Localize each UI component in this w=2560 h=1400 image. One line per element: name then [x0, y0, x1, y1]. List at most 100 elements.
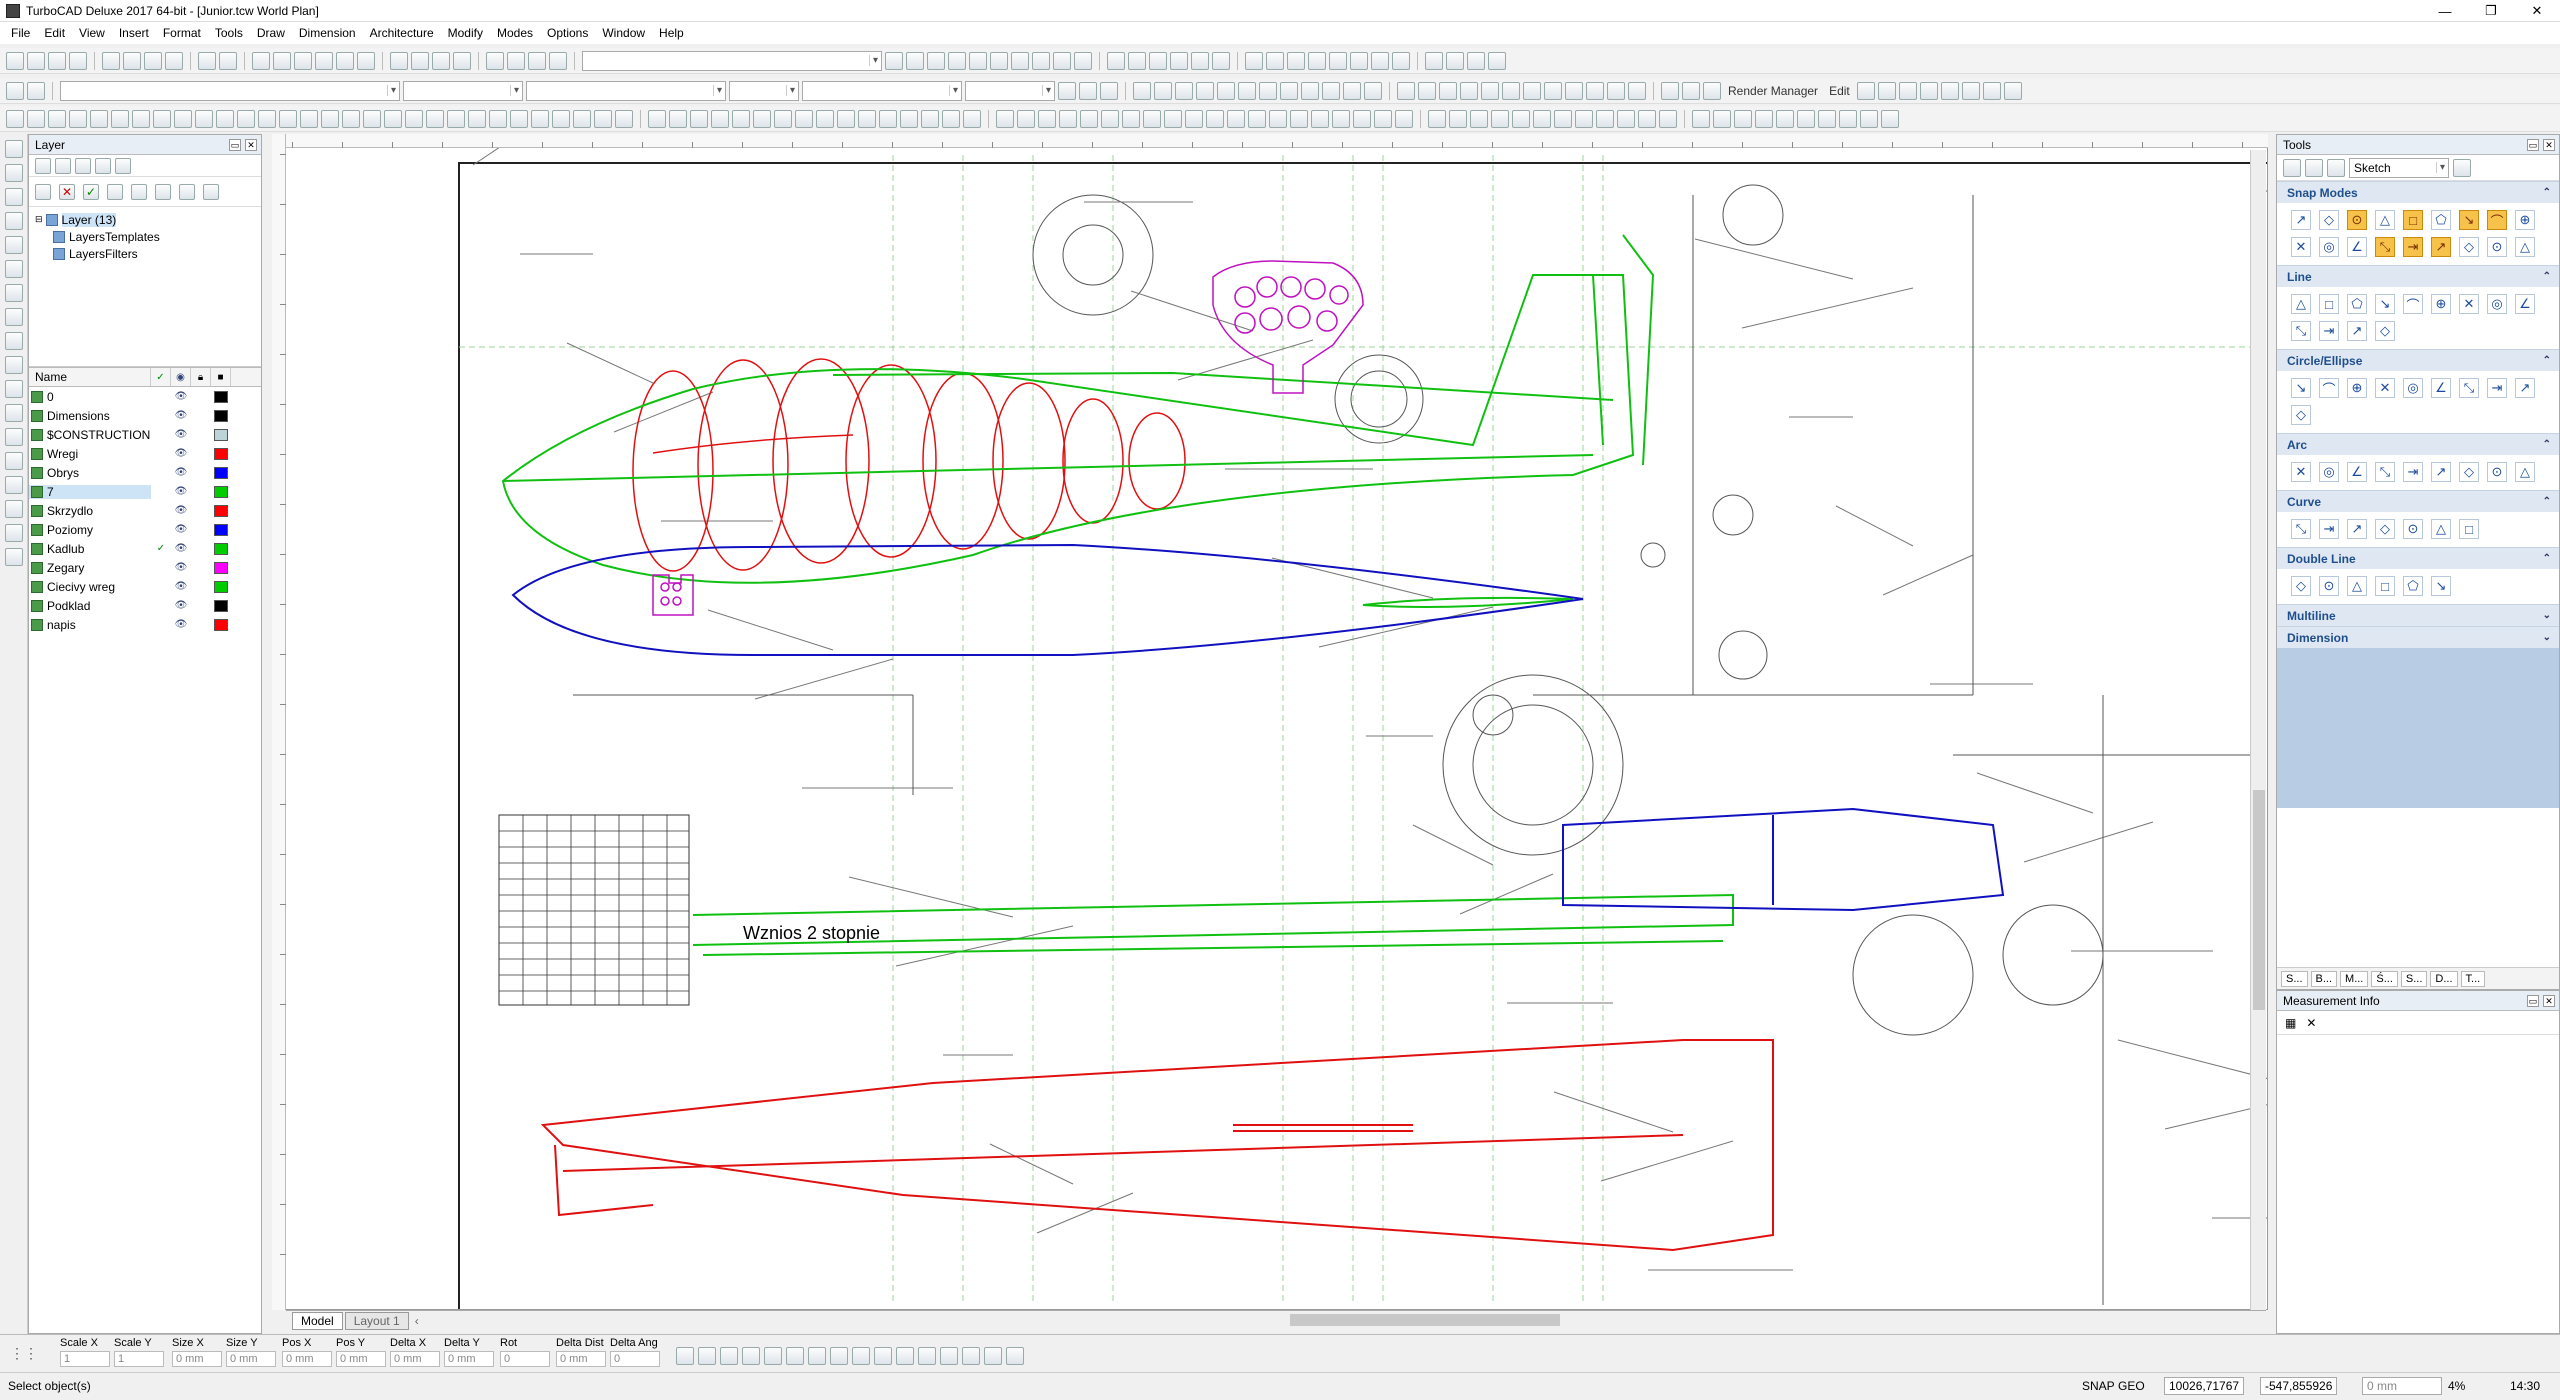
- layer-color-cell[interactable]: [211, 523, 231, 536]
- tool-icon[interactable]: ⊕: [2431, 294, 2451, 314]
- toolbar-button-icon[interactable]: [906, 51, 924, 70]
- tool-strip-icon[interactable]: [4, 260, 23, 278]
- toolbar-button-icon[interactable]: [1877, 81, 1896, 100]
- toolbar-combo[interactable]: [965, 80, 1055, 101]
- tool-strip-icon[interactable]: [4, 236, 23, 254]
- toolbar-button-icon[interactable]: [1301, 81, 1319, 100]
- tool-icon[interactable]: △: [2515, 237, 2535, 257]
- tool-icon[interactable]: ⊕: [2347, 378, 2367, 398]
- toolbar-button-icon[interactable]: [1776, 109, 1794, 128]
- toolbar-button-icon[interactable]: [879, 109, 897, 128]
- tool-icon[interactable]: ◇: [2459, 462, 2479, 482]
- toolbar-button-icon[interactable]: [816, 109, 834, 128]
- layer-visible-icon[interactable]: 👁︎: [171, 619, 191, 630]
- menu-window[interactable]: Window: [595, 22, 652, 44]
- tool-icon[interactable]: ◎: [2319, 462, 2339, 482]
- toolbar-button-icon[interactable]: [963, 109, 981, 128]
- layer-hide-icon[interactable]: [155, 183, 171, 200]
- toolbar-button-icon[interactable]: [1818, 109, 1836, 128]
- toolbar-button-icon[interactable]: [1011, 51, 1029, 70]
- toolbar-button-icon[interactable]: [996, 109, 1014, 128]
- toolbar-button-icon[interactable]: [390, 51, 408, 70]
- layer-visible-icon[interactable]: 👁︎: [171, 391, 191, 402]
- toolbar-button-icon[interactable]: [174, 109, 192, 128]
- toolbar-button-icon[interactable]: [153, 109, 171, 128]
- layer-visible-icon[interactable]: 👁︎: [171, 581, 191, 592]
- toolbar-button-icon[interactable]: [1392, 51, 1410, 70]
- mode-select[interactable]: Sketch: [2349, 157, 2449, 178]
- toolbar-button-icon[interactable]: [1238, 81, 1256, 100]
- panel-pin-icon[interactable]: ▭: [229, 138, 241, 151]
- toolbar-button-icon[interactable]: [336, 51, 354, 70]
- layer-row[interactable]: Obrys 👁︎: [29, 463, 261, 482]
- snap-indicator[interactable]: SNAP: [2082, 1379, 2115, 1393]
- tool-icon[interactable]: ∠: [2515, 294, 2535, 314]
- layer-color-cell[interactable]: [211, 580, 231, 593]
- toolbar-button-icon[interactable]: [1245, 51, 1263, 70]
- toolbar-button-icon[interactable]: [1491, 109, 1509, 128]
- toolbar-button-icon[interactable]: [528, 51, 546, 70]
- toolbar-button-icon[interactable]: [1217, 81, 1235, 100]
- toolbar-button-icon[interactable]: [1428, 109, 1446, 128]
- toolbar-button-icon[interactable]: [69, 51, 87, 70]
- layer-color-cell[interactable]: [211, 599, 231, 612]
- toolbar-button-icon[interactable]: [144, 51, 162, 70]
- field-input[interactable]: 0 mm: [282, 1351, 332, 1367]
- annotation-text[interactable]: Wznios 2 stopnie: [743, 923, 880, 943]
- tool-icon[interactable]: ∠: [2431, 378, 2451, 398]
- tools-tab[interactable]: M...: [2340, 970, 2369, 987]
- layer-refresh-icon[interactable]: [95, 157, 111, 174]
- layer-row[interactable]: 7 👁︎: [29, 482, 261, 501]
- toolbar-button-icon[interactable]: [885, 51, 903, 70]
- toolbar-button-icon[interactable]: [1128, 51, 1146, 70]
- tool-icon[interactable]: ↘: [2291, 378, 2311, 398]
- toolbar-button-icon[interactable]: [1280, 81, 1298, 100]
- menu-help[interactable]: Help: [652, 22, 691, 44]
- layer-visible-icon[interactable]: 👁︎: [171, 410, 191, 421]
- layer-copy-icon[interactable]: [107, 183, 123, 200]
- toolbar-button-icon[interactable]: [1322, 81, 1340, 100]
- toolbar-button-icon[interactable]: [1185, 109, 1203, 128]
- tool-icon[interactable]: ◎: [2487, 294, 2507, 314]
- tool-strip-icon[interactable]: [4, 500, 23, 518]
- tool-icon[interactable]: ⬠: [2403, 576, 2423, 596]
- inspector-icon[interactable]: [742, 1347, 760, 1365]
- inspector-icon[interactable]: [874, 1347, 892, 1365]
- toolbar-button-icon[interactable]: [1154, 81, 1172, 100]
- toolbar-button-icon[interactable]: [1308, 51, 1326, 70]
- tool-icon[interactable]: ⇥: [2487, 378, 2507, 398]
- tool-icon[interactable]: □: [2459, 519, 2479, 539]
- layer-color-cell[interactable]: [211, 542, 231, 555]
- toolbar-combo[interactable]: [729, 80, 799, 101]
- tool-icon[interactable]: ∠: [2347, 462, 2367, 482]
- tool-icon[interactable]: ↗: [2515, 378, 2535, 398]
- tool-strip-icon[interactable]: [4, 212, 23, 230]
- menu-edit[interactable]: Edit: [37, 22, 72, 44]
- toolbar-button-icon[interactable]: [1628, 81, 1646, 100]
- tool-strip-icon[interactable]: [4, 356, 23, 374]
- toolbar-button-icon[interactable]: [858, 109, 876, 128]
- layer-row[interactable]: Poziomy 👁︎: [29, 520, 261, 539]
- layer-color-cell[interactable]: [211, 390, 231, 403]
- menu-modes[interactable]: Modes: [490, 22, 540, 44]
- toolbar-button-icon[interactable]: [273, 51, 291, 70]
- toolbar-button-icon[interactable]: [510, 109, 528, 128]
- tool-strip-icon[interactable]: [4, 164, 23, 182]
- inspector-icon[interactable]: [962, 1347, 980, 1365]
- toolbar-button-icon[interactable]: [123, 51, 141, 70]
- toolbar-button-icon[interactable]: [1446, 51, 1464, 70]
- toolbar-button-icon[interactable]: [837, 109, 855, 128]
- field-input[interactable]: 0: [500, 1351, 550, 1367]
- toolbar-button-icon[interactable]: [363, 109, 381, 128]
- layer-visible-icon[interactable]: 👁︎: [171, 448, 191, 459]
- layer-color-cell[interactable]: [211, 561, 231, 574]
- toolbar-button-icon[interactable]: [27, 81, 45, 100]
- toolbar-button-icon[interactable]: [90, 109, 108, 128]
- toolbar-button-icon[interactable]: [1860, 109, 1878, 128]
- menu-dimension[interactable]: Dimension: [292, 22, 363, 44]
- layer-visible-icon[interactable]: 👁︎: [171, 600, 191, 611]
- tools-tab[interactable]: Ś...: [2371, 970, 2398, 987]
- toolbar-button-icon[interactable]: [1287, 51, 1305, 70]
- menu-view[interactable]: View: [72, 22, 112, 44]
- toolbar-button-icon[interactable]: [279, 109, 297, 128]
